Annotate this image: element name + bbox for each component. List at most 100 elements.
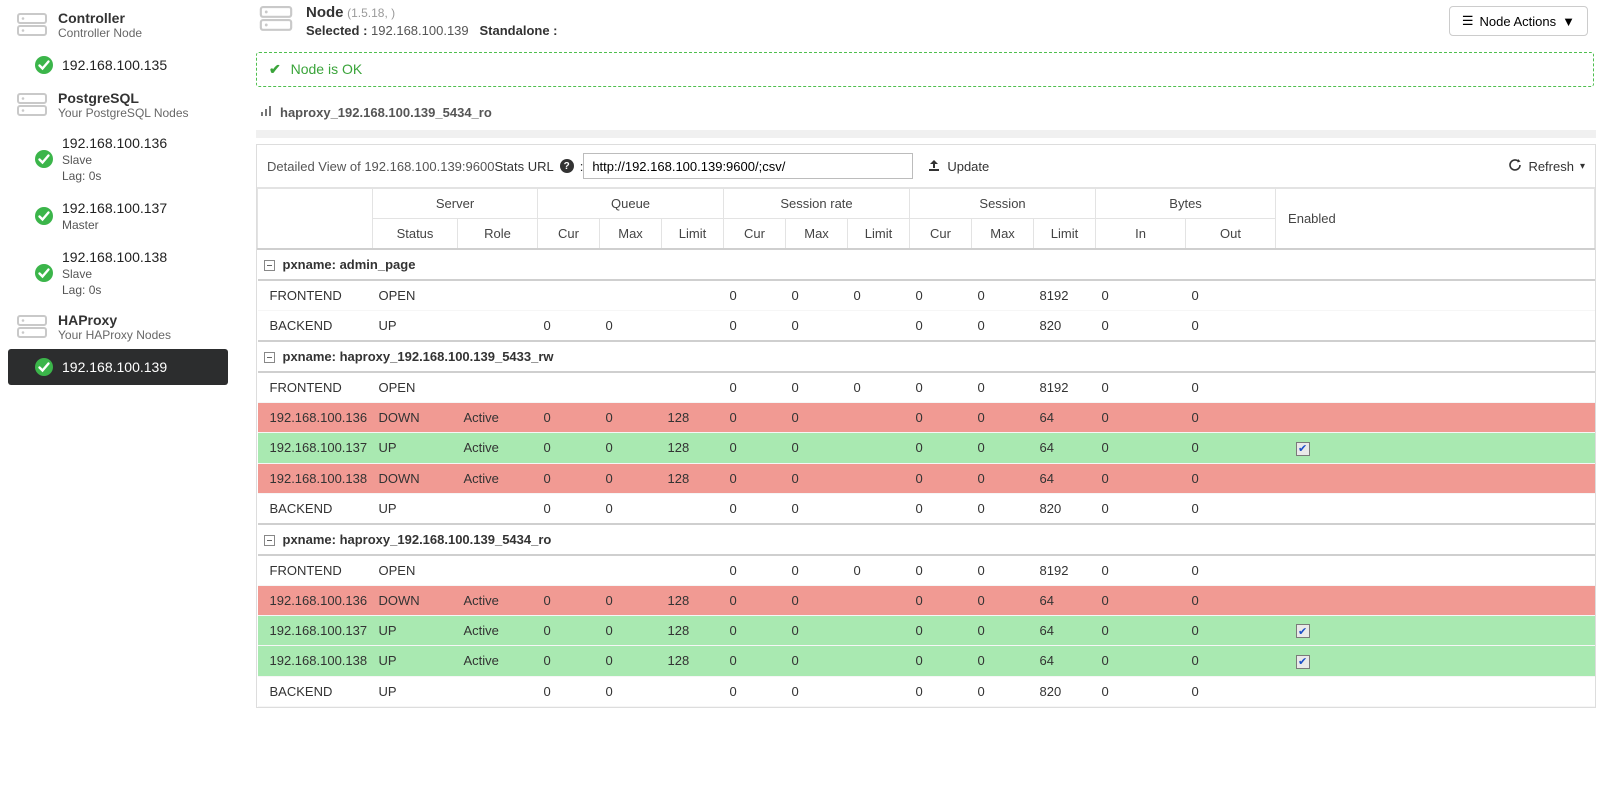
sidebar-group-postgresql: PostgreSQL Your PostgreSQL Nodes	[0, 84, 236, 126]
table-row: FRONTEND OPEN 0 0 0 0 0 8192 0 0	[258, 280, 1595, 311]
sidebar-item-postgresql-node[interactable]: 192.168.100.138 SlaveLag: 0s	[8, 241, 228, 305]
sidebar-item-postgresql-node[interactable]: 192.168.100.137 Master	[8, 192, 228, 240]
cell-sr-max: 0	[786, 493, 848, 524]
table-row: FRONTEND OPEN 0 0 0 0 0 8192 0 0	[258, 372, 1595, 403]
cell-role	[458, 493, 538, 524]
controller-title: Controller	[58, 10, 142, 26]
cell-q-limit	[662, 676, 724, 706]
th-bytes: Bytes	[1096, 189, 1276, 219]
cell-sr-limit: 0	[848, 555, 910, 586]
cell-sr-cur: 0	[724, 493, 786, 524]
divider	[256, 130, 1596, 138]
cell-s-max: 0	[972, 372, 1034, 403]
cell-server: FRONTEND	[258, 372, 373, 403]
cell-enabled	[1276, 585, 1595, 615]
group-header[interactable]: pxname: haproxy_192.168.100.139_5433_rw	[258, 341, 1595, 372]
th-session-rate: Session rate	[724, 189, 910, 219]
cell-sr-max: 0	[786, 463, 848, 493]
cell-s-cur: 0	[910, 433, 972, 464]
table-row: 192.168.100.137 UP Active 0 0 128 0 0 0 …	[258, 433, 1595, 464]
cell-sr-cur: 0	[724, 646, 786, 677]
refresh-button[interactable]: Refresh ▾	[1508, 158, 1585, 175]
cell-bytes-in: 0	[1096, 555, 1186, 586]
cell-q-max: 0	[600, 646, 662, 677]
cell-q-max: 0	[600, 463, 662, 493]
cell-q-limit: 128	[662, 463, 724, 493]
collapse-icon[interactable]	[264, 260, 275, 271]
cell-q-cur	[538, 555, 600, 586]
cell-bytes-out: 0	[1186, 646, 1276, 677]
cell-q-cur: 0	[538, 403, 600, 433]
cell-sr-limit	[848, 311, 910, 342]
stats-url-input[interactable]	[583, 153, 913, 179]
collapse-icon[interactable]	[264, 352, 275, 363]
cell-q-limit: 128	[662, 646, 724, 677]
sidebar-item-lag: Lag: 0s	[62, 283, 167, 297]
server-icon	[14, 91, 50, 119]
sidebar-group-controller: Controller Controller Node	[0, 4, 236, 46]
cell-bytes-in: 0	[1096, 311, 1186, 342]
cell-q-cur: 0	[538, 493, 600, 524]
cell-status: UP	[373, 433, 458, 464]
cell-s-cur: 0	[910, 555, 972, 586]
enabled-checkbox[interactable]: ✔	[1296, 624, 1310, 638]
cell-q-max: 0	[600, 585, 662, 615]
page-title: Node	[306, 4, 344, 21]
cell-enabled	[1276, 676, 1595, 706]
group-header[interactable]: pxname: admin_page	[258, 249, 1595, 280]
cell-server: FRONTEND	[258, 280, 373, 311]
cell-s-cur: 0	[910, 615, 972, 646]
cell-status: UP	[373, 646, 458, 677]
postgresql-title: PostgreSQL	[58, 90, 189, 106]
cell-bytes-in: 0	[1096, 493, 1186, 524]
controller-subtitle: Controller Node	[58, 26, 142, 40]
cell-bytes-out: 0	[1186, 280, 1276, 311]
th-sr-cur: Cur	[724, 219, 786, 250]
sidebar-item-postgresql-node[interactable]: 192.168.100.136 SlaveLag: 0s	[8, 127, 228, 191]
cell-q-limit	[662, 372, 724, 403]
cell-q-cur: 0	[538, 615, 600, 646]
collapse-icon[interactable]	[264, 535, 275, 546]
group-header[interactable]: pxname: haproxy_192.168.100.139_5434_ro	[258, 524, 1595, 555]
cell-sr-limit	[848, 493, 910, 524]
cell-bytes-in: 0	[1096, 463, 1186, 493]
cell-sr-max: 0	[786, 433, 848, 464]
table-row: 192.168.100.137 UP Active 0 0 128 0 0 0 …	[258, 615, 1595, 646]
cell-sr-cur: 0	[724, 463, 786, 493]
sidebar-item-haproxy-node[interactable]: 192.168.100.139	[8, 349, 228, 385]
enabled-checkbox[interactable]: ✔	[1296, 442, 1310, 456]
status-ok-icon	[34, 149, 54, 169]
sidebar-item-role: Slave	[62, 267, 167, 281]
cell-bytes-out: 0	[1186, 676, 1276, 706]
th-q-cur: Cur	[538, 219, 600, 250]
sidebar-item-controller-node[interactable]: 192.168.100.135	[8, 47, 228, 83]
th-bytes-out: Out	[1186, 219, 1276, 250]
sidebar-item-role: Slave	[62, 153, 167, 167]
detailed-view-label: Detailed View of 192.168.100.139:9600	[267, 159, 494, 174]
enabled-checkbox[interactable]: ✔	[1296, 655, 1310, 669]
cell-status: DOWN	[373, 585, 458, 615]
cell-s-max: 0	[972, 615, 1034, 646]
cell-sr-cur: 0	[724, 585, 786, 615]
cell-enabled: ✔	[1276, 433, 1595, 464]
cell-bytes-out: 0	[1186, 615, 1276, 646]
cell-status: UP	[373, 676, 458, 706]
th-role: Role	[458, 219, 538, 250]
cell-bytes-in: 0	[1096, 280, 1186, 311]
cell-sr-max: 0	[786, 311, 848, 342]
sidebar-item-lag: Lag: 0s	[62, 169, 167, 183]
postgresql-subtitle: Your PostgreSQL Nodes	[58, 106, 189, 120]
update-button[interactable]: Update	[927, 158, 989, 175]
node-actions-button[interactable]: ☰ Node Actions ▼	[1449, 6, 1588, 36]
help-icon[interactable]: ?	[560, 159, 574, 173]
cell-sr-cur: 0	[724, 372, 786, 403]
status-ok-icon	[34, 357, 54, 377]
cell-q-max	[600, 280, 662, 311]
cell-sr-cur: 0	[724, 615, 786, 646]
chevron-down-icon: ▼	[1562, 14, 1575, 29]
cell-s-limit: 64	[1034, 463, 1096, 493]
cell-s-limit: 8192	[1034, 280, 1096, 311]
table-row: FRONTEND OPEN 0 0 0 0 0 8192 0 0	[258, 555, 1595, 586]
cell-s-limit: 64	[1034, 585, 1096, 615]
cell-bytes-out: 0	[1186, 493, 1276, 524]
